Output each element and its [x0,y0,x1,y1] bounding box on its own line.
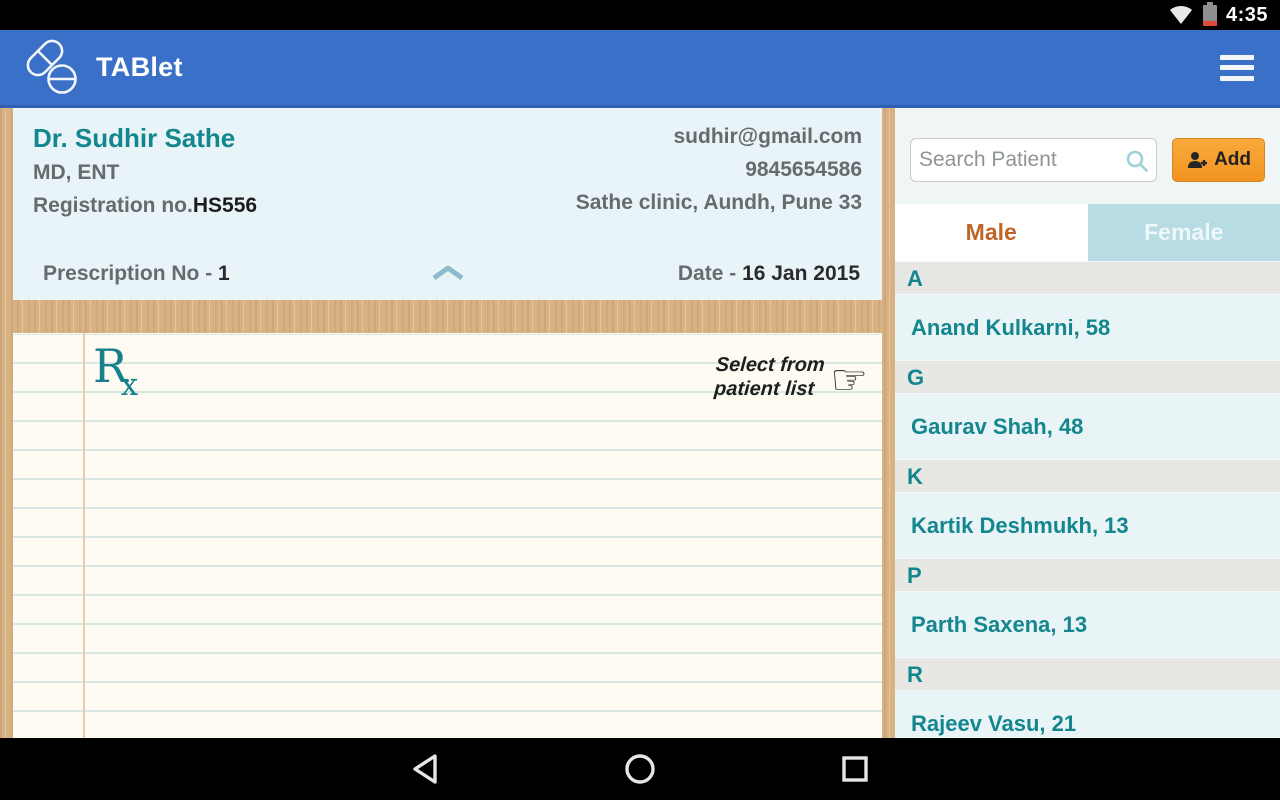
menu-bar [1220,65,1254,70]
select-patient-hint: Select from patient list ☞ [715,353,868,401]
prescription-number-value: 1 [218,262,230,285]
doctor-info: Dr. Sudhir Sathe MD, ENT Registration no… [33,120,862,222]
doctor-email: sudhir@gmail.com [576,120,862,153]
battery-icon [1203,5,1217,26]
add-person-icon [1186,150,1208,170]
patient-row[interactable]: Anand Kulkarni, 58 [895,294,1280,360]
search-field-wrap [910,138,1157,182]
registration-value: HS556 [193,194,257,217]
rx-symbol: Rx [93,339,138,403]
status-time: 4:35 [1226,4,1268,27]
add-button-label: Add [1214,149,1251,171]
rx-x: x [121,367,138,403]
prescription-number: Prescription No - 1 [43,262,230,286]
nav-home-button[interactable] [600,738,680,800]
back-icon [410,752,440,786]
search-patient-input[interactable] [910,138,1157,182]
letter-header-p: P [895,558,1280,591]
prescription-pad[interactable]: Rx Select from patient list ☞ [13,333,882,738]
menu-bar [1220,55,1254,60]
add-patient-button[interactable]: Add [1172,138,1265,182]
clinic-address: Sathe clinic, Aundh, Pune 33 [576,186,862,219]
doctor-phone: 9845654586 [576,153,862,186]
doctor-qualification: MD, ENT [33,156,257,189]
patient-sidebar: Add MaleFemale AAnand Kulkarni, 58GGaura… [895,108,1280,738]
patient-row[interactable]: Kartik Deshmukh, 13 [895,492,1280,558]
battery-level [1203,21,1217,26]
status-bar: 4:35 [0,0,1280,30]
tab-male[interactable]: Male [895,204,1088,261]
registration-label: Registration no. [33,194,193,217]
hint-line-1: Select from [715,353,826,377]
prescription-date: Date - 16 Jan 2015 [678,262,860,286]
letter-header-a: A [895,261,1280,294]
patient-row[interactable]: Gaurav Shah, 48 [895,393,1280,459]
nav-back-button[interactable] [385,738,465,800]
letter-header-g: G [895,360,1280,393]
tab-female[interactable]: Female [1088,204,1280,261]
doctor-info-card: Dr. Sudhir Sathe MD, ENT Registration no… [13,108,882,300]
prescription-meta-row: Prescription No - 1 Date - 16 Jan 2015 [33,262,862,292]
letter-header-k: K [895,459,1280,492]
collapse-chevron-icon[interactable] [431,266,465,280]
paper-margin-line [83,333,85,738]
recents-icon [840,754,870,784]
app-title: TABlet [96,52,183,83]
patient-row[interactable]: Rajeev Vasu, 21 [895,690,1280,738]
doctor-registration: Registration no.HS556 [33,189,257,222]
date-label: Date - [678,262,742,285]
pointing-hand-icon: ☞ [830,361,868,399]
hint-line-2: patient list [714,377,825,401]
letter-header-r: R [895,657,1280,690]
date-value: 16 Jan 2015 [742,262,860,285]
doctor-name: Dr. Sudhir Sathe [33,120,257,156]
patient-list: AAnand Kulkarni, 58GGaurav Shah, 48KKart… [895,261,1280,738]
search-row: Add [895,138,1280,182]
pills-logo-icon [26,39,82,97]
nav-recents-button[interactable] [815,738,895,800]
prescription-number-label: Prescription No - [43,262,218,285]
wifi-icon [1168,4,1194,26]
patient-row[interactable]: Parth Saxena, 13 [895,591,1280,657]
android-nav-bar [0,738,1280,800]
menu-bar [1220,76,1254,81]
menu-button[interactable] [1220,55,1254,81]
home-icon [623,752,657,786]
prescription-area: Dr. Sudhir Sathe MD, ENT Registration no… [0,108,895,738]
app-header: TABlet [0,30,1280,108]
gender-tabs: MaleFemale [895,204,1280,261]
search-icon [1125,149,1149,173]
app-screen: 4:35 TABlet Dr. Sudhir Sathe MD, ENT Re [0,0,1280,800]
